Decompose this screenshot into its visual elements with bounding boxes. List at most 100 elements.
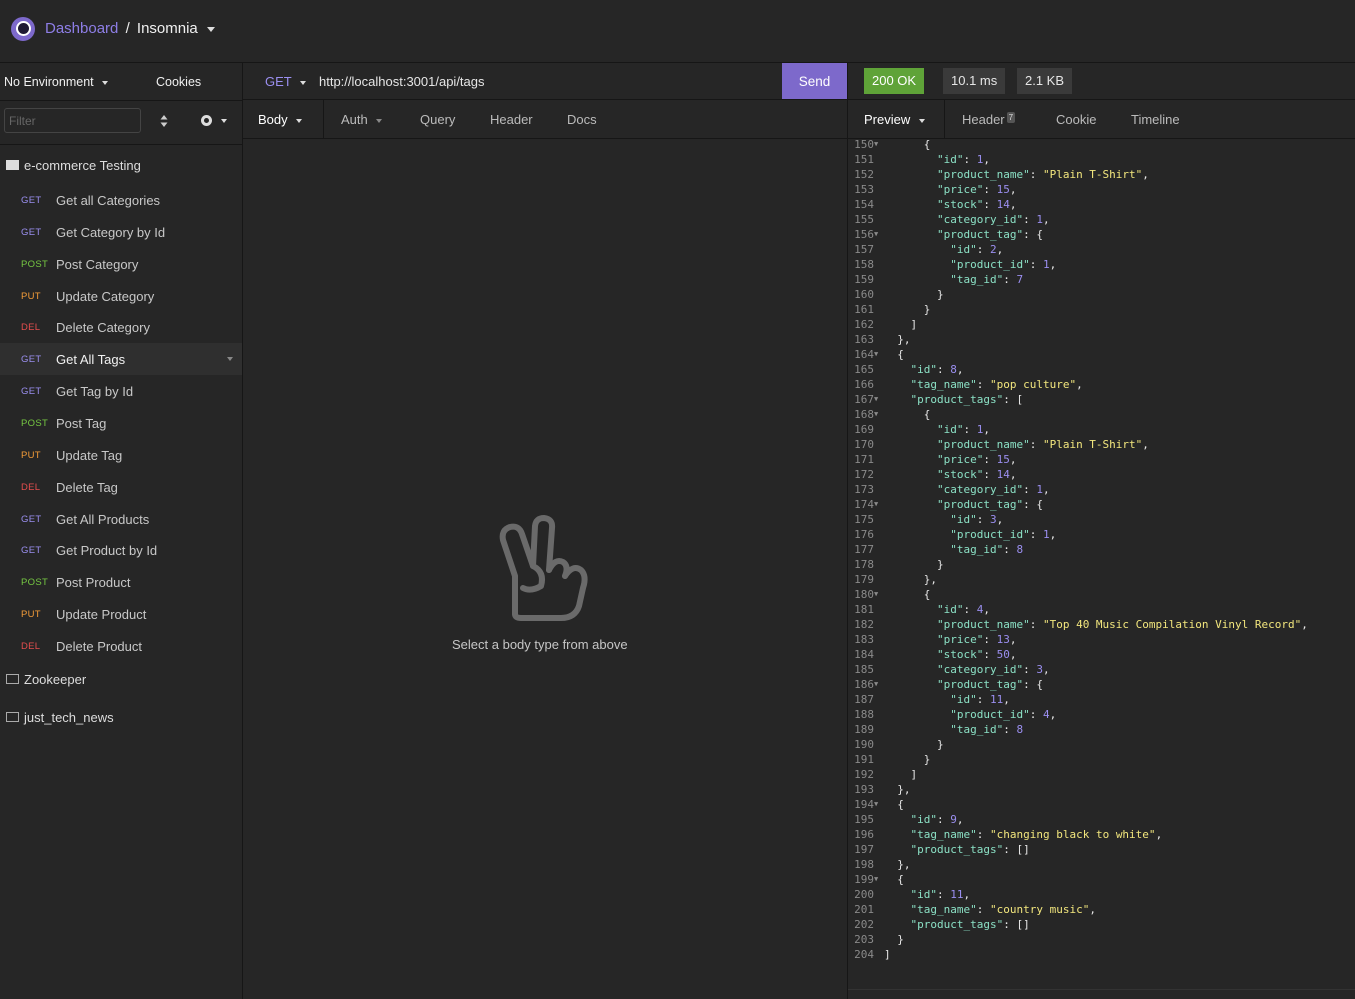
body-caret-icon bbox=[296, 118, 303, 123]
environment-select[interactable]: No Environment bbox=[4, 75, 109, 89]
filter-row bbox=[0, 100, 242, 145]
workspace-menu-caret-icon[interactable] bbox=[206, 26, 215, 32]
request-item[interactable]: DEL Delete Category bbox=[0, 311, 242, 343]
request-item[interactable]: DEL Delete Tag bbox=[0, 471, 242, 503]
request-method-badge: DEL bbox=[21, 481, 41, 493]
line-number: 195 bbox=[854, 813, 874, 826]
request-name: Delete Tag bbox=[56, 479, 118, 495]
fold-caret-icon[interactable]: ▼ bbox=[874, 392, 884, 407]
gear-menu-caret-icon[interactable] bbox=[221, 119, 227, 123]
send-button[interactable]: Send bbox=[782, 63, 847, 99]
cookies-button[interactable]: Cookies bbox=[156, 75, 201, 89]
request-item[interactable]: POST Post Category bbox=[0, 248, 242, 280]
request-item[interactable]: GET Get Product by Id bbox=[0, 534, 242, 566]
request-item[interactable]: PUT Update Tag bbox=[0, 439, 242, 471]
tab-docs[interactable]: Docs bbox=[567, 112, 597, 127]
code-line: 184 "stock": 50, bbox=[848, 647, 1355, 662]
insomnia-logo-icon[interactable] bbox=[11, 17, 35, 41]
line-number: 158 bbox=[854, 258, 874, 271]
fold-caret-icon[interactable]: ▼ bbox=[874, 677, 884, 692]
request-method-badge: DEL bbox=[21, 321, 41, 333]
code-line: 176 "product_id": 1, bbox=[848, 527, 1355, 542]
code-text: "tag_name": "pop culture", bbox=[910, 378, 1083, 391]
tab-timeline[interactable]: Timeline bbox=[1131, 112, 1180, 127]
tab-body[interactable]: Body bbox=[258, 112, 303, 127]
code-text: "product_name": "Plain T-Shirt", bbox=[936, 438, 1149, 451]
folder-ecommerce-testing[interactable]: e-commerce Testing bbox=[0, 150, 242, 180]
url-input[interactable]: http://localhost:3001/api/tags bbox=[319, 74, 485, 89]
gear-icon[interactable] bbox=[201, 115, 212, 126]
fold-caret-icon[interactable]: ▼ bbox=[874, 407, 884, 422]
line-number: 180 bbox=[854, 588, 874, 601]
tab-header[interactable]: Header bbox=[490, 112, 533, 127]
fold-caret-icon[interactable]: ▼ bbox=[874, 497, 884, 512]
request-item[interactable]: GET Get All Products bbox=[0, 503, 242, 535]
code-text: "price": 15, bbox=[936, 453, 1017, 466]
code-line: 194▼ { bbox=[848, 797, 1355, 812]
request-item[interactable]: GET Get Tag by Id bbox=[0, 375, 242, 407]
request-method-badge: GET bbox=[21, 353, 42, 365]
filter-input[interactable] bbox=[4, 108, 141, 133]
request-item[interactable]: PUT Update Category bbox=[0, 280, 242, 312]
code-line: 203 } bbox=[848, 932, 1355, 947]
request-item[interactable]: GET Get All Tags bbox=[0, 343, 242, 375]
request-item[interactable]: POST Post Tag bbox=[0, 407, 242, 439]
tab-preview[interactable]: Preview bbox=[864, 112, 925, 127]
code-line: 191 } bbox=[848, 752, 1355, 767]
code-line: 183 "price": 13, bbox=[848, 632, 1355, 647]
workspace-name[interactable]: Insomnia bbox=[137, 20, 198, 37]
fold-caret-icon[interactable]: ▼ bbox=[874, 347, 884, 362]
method-select[interactable]: GET bbox=[265, 74, 307, 89]
line-number: 183 bbox=[854, 633, 874, 646]
fold-caret-icon[interactable]: ▼ bbox=[874, 872, 884, 887]
line-number: 199 bbox=[854, 873, 874, 886]
url-bar: GET http://localhost:3001/api/tags Send bbox=[243, 63, 847, 100]
tab-preview-label: Preview bbox=[864, 112, 911, 127]
code-text: { bbox=[897, 348, 904, 361]
request-name: Post Tag bbox=[56, 415, 107, 431]
code-text: } bbox=[923, 753, 931, 766]
request-name: Get Tag by Id bbox=[56, 383, 134, 399]
request-name: Update Category bbox=[56, 288, 155, 304]
folder-closed-icon bbox=[6, 712, 19, 722]
line-number: 181 bbox=[854, 603, 874, 616]
code-text: } bbox=[897, 933, 904, 946]
code-line: 192 ] bbox=[848, 767, 1355, 782]
code-text: } bbox=[936, 288, 944, 301]
code-line: 198 }, bbox=[848, 857, 1355, 872]
request-item[interactable]: GET Get all Categories bbox=[0, 184, 242, 216]
tab-query[interactable]: Query bbox=[420, 112, 455, 127]
line-number: 171 bbox=[854, 453, 874, 466]
breadcrumb-dashboard-link[interactable]: Dashboard bbox=[45, 20, 118, 37]
fold-caret-icon[interactable]: ▼ bbox=[874, 587, 884, 602]
request-menu-caret-icon[interactable] bbox=[227, 357, 233, 361]
response-time-badge: 10.1 ms bbox=[943, 68, 1006, 94]
response-body-viewer[interactable]: 150▼ {151 "id": 1, 152 "product_name": "P… bbox=[848, 137, 1355, 989]
code-text: "product_tags": [] bbox=[910, 918, 1030, 931]
line-number: 168 bbox=[854, 408, 874, 421]
request-item[interactable]: DEL Delete Product bbox=[0, 630, 242, 662]
code-line: 167▼ "product_tags": [ bbox=[848, 392, 1355, 407]
tab-auth[interactable]: Auth bbox=[341, 112, 383, 127]
line-number: 179 bbox=[854, 573, 874, 586]
line-number: 197 bbox=[854, 843, 874, 856]
sort-icon[interactable] bbox=[160, 114, 168, 128]
tab-response-header[interactable]: Header 7 bbox=[962, 112, 1016, 127]
code-line: 202 "product_tags": [] bbox=[848, 917, 1355, 932]
folder-just-tech-news[interactable]: just_tech_news bbox=[0, 702, 242, 732]
folder-zookeeper[interactable]: Zookeeper bbox=[0, 664, 242, 694]
code-text: "id": 9, bbox=[910, 813, 964, 826]
fold-caret-icon[interactable]: ▼ bbox=[874, 137, 884, 152]
request-item[interactable]: PUT Update Product bbox=[0, 598, 242, 630]
request-item[interactable]: GET Get Category by Id bbox=[0, 216, 242, 248]
line-number: 191 bbox=[854, 753, 874, 766]
folder-closed-icon bbox=[6, 674, 19, 684]
request-item[interactable]: POST Post Product bbox=[0, 566, 242, 598]
fold-caret-icon[interactable]: ▼ bbox=[874, 797, 884, 812]
fold-caret-icon[interactable]: ▼ bbox=[874, 227, 884, 242]
tab-cookie[interactable]: Cookie bbox=[1056, 112, 1096, 127]
code-line: 204] bbox=[848, 947, 1355, 962]
line-number: 156 bbox=[854, 228, 874, 241]
code-line: 157 "id": 2, bbox=[848, 242, 1355, 257]
request-method-badge: PUT bbox=[21, 449, 41, 461]
